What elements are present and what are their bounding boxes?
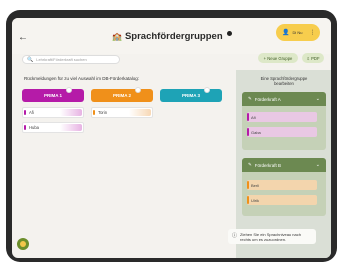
category-label: PRIMA 1 [43, 93, 63, 98]
card-label: Berli [251, 182, 260, 188]
card-color-bar [247, 181, 249, 189]
page-title: Sprachfördergruppen [124, 30, 223, 42]
user-avatar-icon: 👤 [282, 30, 290, 36]
category-badge-icon [135, 87, 141, 93]
pdf-export-button[interactable]: ⇩ PDF [302, 53, 324, 63]
group-member-card[interactable]: Afi [247, 112, 317, 122]
app-screen: ← 🏫 Sprachfördergruppen 👤 Di Nu ⋮ 🔍 Lehr… [12, 18, 331, 258]
card-accent [129, 109, 151, 116]
card-label: Huba [29, 125, 40, 130]
category-badge-icon [66, 87, 72, 93]
card-label: Torin [98, 110, 108, 115]
card-label: Gaba [251, 129, 261, 135]
card-label: Ulrik [251, 197, 259, 203]
user-chip-label: Di Nu [292, 29, 303, 35]
group-member-card[interactable]: Gaba [247, 127, 317, 137]
group-header[interactable]: ✎ Förderkraft B ⌄ [242, 158, 326, 172]
card-label: Afi [29, 110, 34, 115]
snackbar-text: Ziehen Sie ein Sprachniveau nach rechts … [240, 231, 301, 242]
card-label: Afi [251, 114, 256, 120]
card-color-bar [24, 110, 26, 115]
category-prima-1[interactable]: PRIMA 1 [22, 87, 84, 102]
group-title: Förderkraft B [254, 162, 282, 168]
card-accent [60, 109, 82, 116]
hint-snackbar: ⓘ Ziehen Sie ein Sprachniveau nach recht… [228, 229, 316, 244]
search-field[interactable]: 🔍 Lehrkraft/Förderkraft suchen [22, 55, 120, 64]
new-group-button[interactable]: + Neue Gruppe [258, 53, 298, 63]
group-member-card[interactable]: Berli [247, 180, 317, 190]
card-color-bar [247, 128, 249, 136]
panel-heading: Eine Sprachfördergruppe bearbeiten [260, 76, 308, 86]
category-badge-icon [204, 87, 210, 93]
card-color-bar [247, 113, 249, 121]
floating-action-button[interactable] [17, 238, 29, 250]
category-label: PRIMA 2 [112, 93, 132, 98]
card-color-bar [93, 110, 95, 115]
school-icon: 🏫 [112, 31, 122, 41]
back-arrow-icon[interactable]: ← [18, 32, 28, 43]
intro-text: Rückmeldungen für zu viel Auswahl im DB-… [24, 76, 140, 81]
group-header[interactable]: ✎ Förderkraft A ⌄ [242, 92, 326, 106]
card-color-bar [247, 196, 249, 204]
chevron-down-icon[interactable]: ⌄ [316, 162, 320, 168]
search-placeholder: Lehrkraft/Förderkraft suchen [36, 57, 87, 62]
info-icon: ⓘ [232, 233, 238, 239]
category-prima-3[interactable]: PRIMA 3 [160, 87, 222, 102]
edit-icon[interactable]: ✎ [248, 96, 252, 102]
page-title-group: 🏫 Sprachfördergruppen [112, 30, 232, 42]
list-item[interactable]: Afi [22, 107, 84, 118]
category-label: PRIMA 3 [181, 93, 201, 98]
list-item[interactable]: Huba [22, 122, 84, 133]
more-options-icon[interactable]: ⋮ [309, 29, 315, 36]
app-bar: ← 🏫 Sprachfördergruppen 👤 Di Nu ⋮ [12, 18, 331, 54]
search-icon: 🔍 [27, 56, 34, 63]
info-dot-icon[interactable] [226, 31, 232, 36]
card-color-bar [24, 125, 26, 130]
group-title: Förderkraft A [254, 96, 281, 102]
list-item[interactable]: Torin [91, 107, 153, 118]
group-card-1: ✎ Förderkraft A ⌄ Afi Gaba [242, 92, 326, 150]
card-accent [60, 124, 82, 131]
chevron-down-icon[interactable]: ⌄ [316, 96, 320, 102]
edit-icon[interactable]: ✎ [248, 162, 252, 168]
group-member-card[interactable]: Ulrik [247, 195, 317, 205]
category-prima-2[interactable]: PRIMA 2 [91, 87, 153, 102]
fab-icon [20, 241, 26, 247]
user-chip[interactable]: 👤 Di Nu ⋮ [276, 24, 320, 41]
group-card-2: ✎ Förderkraft B ⌄ Berli Ulrik [242, 158, 326, 216]
